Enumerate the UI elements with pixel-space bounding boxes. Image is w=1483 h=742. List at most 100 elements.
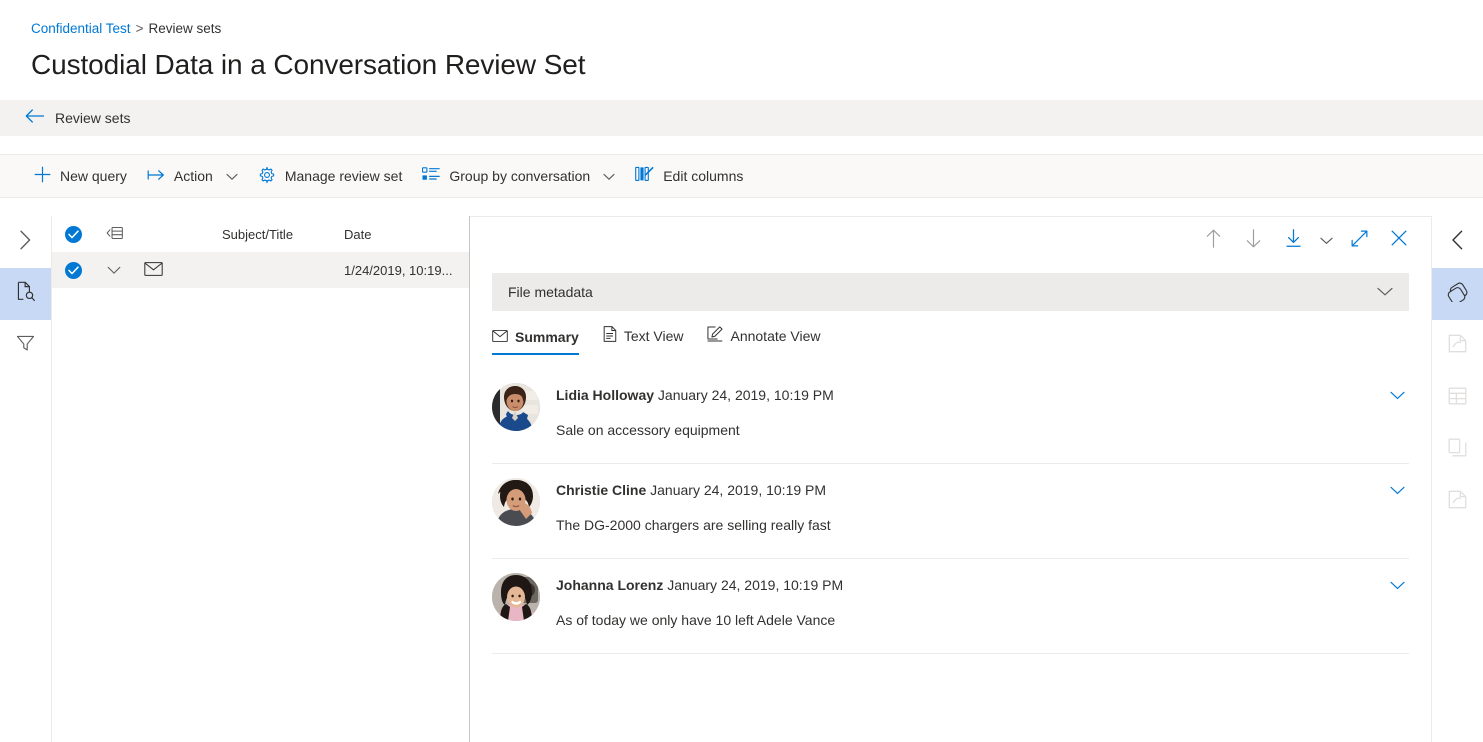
chevron-down-icon	[1389, 387, 1405, 405]
action-label: Action	[173, 168, 213, 184]
edit-columns-icon	[635, 166, 654, 186]
message-timestamp: January 24, 2019, 10:19 PM	[654, 387, 834, 403]
group-by-conversation-label: Group by conversation	[449, 168, 591, 184]
chevron-right-icon	[19, 230, 32, 255]
download-icon	[1285, 228, 1301, 253]
message-sender: Christie Cline	[556, 482, 647, 498]
manage-review-set-label: Manage review set	[284, 168, 403, 184]
file-metadata-label: File metadata	[508, 284, 593, 300]
chevron-down-icon	[1389, 577, 1405, 595]
download-options-button[interactable]	[1313, 221, 1339, 261]
breadcrumb-current: Review sets	[148, 21, 222, 36]
command-bar: New query Action Manage review set Group…	[0, 154, 1483, 198]
chevron-down-icon	[1319, 232, 1333, 250]
action-menu-button[interactable]: Action	[137, 154, 248, 198]
left-rail-expand-panel[interactable]	[0, 216, 51, 268]
annotate-pen-icon	[707, 326, 724, 345]
right-rail-duplicates[interactable]	[1432, 424, 1483, 476]
left-rail-filters[interactable]	[0, 320, 51, 372]
group-by-conversation-button[interactable]: Group by conversation	[412, 154, 625, 198]
breadcrumb-root-link[interactable]: Confidential Test	[31, 21, 131, 36]
row-date: 1/24/2019, 10:19...	[344, 262, 453, 278]
back-bar-label: Review sets	[55, 110, 131, 126]
breadcrumb-separator: >	[135, 21, 144, 36]
mail-icon	[492, 329, 508, 345]
right-rail-themes[interactable]	[1432, 476, 1483, 528]
list-item[interactable]: Johanna Lorenz January 24, 2019, 10:19 P…	[492, 559, 1409, 654]
detail-pane: File metadata Summary Text View Annotate…	[470, 216, 1431, 742]
group-list-icon	[422, 166, 441, 186]
close-panel-button[interactable]	[1379, 221, 1419, 261]
back-to-review-sets-button[interactable]: Review sets	[0, 100, 1483, 136]
message-expand-button[interactable]	[1385, 573, 1409, 595]
arrow-down-icon	[1246, 228, 1261, 253]
text-document-icon	[603, 326, 617, 345]
header-date[interactable]: Date	[344, 227, 480, 242]
chevron-down-icon	[1389, 482, 1405, 500]
left-rail-search-documents[interactable]	[0, 268, 51, 320]
chevron-down-icon	[603, 168, 615, 184]
action-arrow-icon	[147, 168, 165, 185]
page-header: Confidential Test > Review sets Custodial …	[0, 0, 1483, 100]
right-rail-collapse-panel[interactable]	[1432, 216, 1483, 268]
next-item-button[interactable]	[1233, 221, 1273, 261]
collapse-all-groups-button[interactable]	[94, 226, 134, 243]
download-button[interactable]	[1273, 221, 1313, 261]
checkmark-circle-filled-icon	[64, 225, 82, 243]
avatar	[492, 573, 540, 621]
row-select-checkbox[interactable]	[52, 261, 94, 279]
right-rail-tags[interactable]	[1432, 268, 1483, 320]
message-expand-button[interactable]	[1385, 383, 1409, 405]
message-header: Johanna Lorenz January 24, 2019, 10:19 P…	[556, 576, 1369, 594]
conversation-message-list: Lidia Holloway January 24, 2019, 10:19 P…	[470, 355, 1431, 742]
arrow-up-icon	[1206, 229, 1221, 253]
tab-summary[interactable]: Summary	[492, 329, 579, 355]
gear-icon	[258, 166, 276, 187]
row-expand-button[interactable]	[94, 263, 134, 278]
message-body: Christie Cline January 24, 2019, 10:19 P…	[556, 478, 1369, 534]
document-fold-icon	[1448, 334, 1467, 358]
checkmark-circle-filled-icon	[64, 261, 82, 279]
page-title: Custodial Data in a Conversation Review …	[31, 49, 586, 80]
file-metadata-bar[interactable]: File metadata	[492, 273, 1409, 311]
right-rail-near-duplicates[interactable]	[1432, 320, 1483, 372]
list-header-row: Subject/Title Date Sender	[52, 216, 522, 252]
items-list-pane: Subject/Title Date Sender	[52, 216, 524, 742]
expand-full-screen-button[interactable]	[1339, 221, 1379, 261]
new-query-label: New query	[60, 168, 127, 184]
document-search-icon	[15, 281, 36, 307]
tab-text-view[interactable]: Text View	[603, 326, 683, 355]
message-preview: Sale on accessory equipment	[556, 422, 740, 438]
select-all-checkbox[interactable]	[52, 225, 94, 243]
message-preview: The DG-2000 chargers are selling really …	[556, 517, 831, 533]
previous-item-button[interactable]	[1193, 221, 1233, 261]
filter-funnel-icon	[16, 334, 35, 358]
copy-stack-icon	[1448, 438, 1467, 462]
avatar	[492, 478, 540, 526]
edit-columns-button[interactable]: Edit columns	[625, 154, 753, 198]
document-fold-icon	[1448, 490, 1467, 514]
breadcrumb: Confidential Test > Review sets	[31, 20, 1483, 38]
message-header: Lidia Holloway January 24, 2019, 10:19 P…	[556, 386, 1369, 404]
tab-summary-label: Summary	[515, 329, 579, 345]
list-item[interactable]: Christie Cline January 24, 2019, 10:19 P…	[492, 464, 1409, 559]
message-sender: Lidia Holloway	[556, 387, 655, 403]
edit-columns-label: Edit columns	[663, 168, 744, 184]
message-timestamp: January 24, 2019, 10:19 PM	[663, 577, 844, 593]
manage-review-set-button[interactable]: Manage review set	[248, 154, 413, 198]
list-item[interactable]: Lidia Holloway January 24, 2019, 10:19 P…	[492, 369, 1409, 464]
left-rail	[0, 216, 52, 742]
header-subject-title[interactable]: Subject/Title	[222, 227, 344, 242]
message-preview: As of today we only have 10 left Adele V…	[556, 612, 836, 628]
message-expand-button[interactable]	[1385, 478, 1409, 500]
right-rail	[1431, 216, 1483, 742]
right-rail-email-threads[interactable]	[1432, 372, 1483, 424]
tab-annotate-view[interactable]: Annotate View	[707, 326, 821, 355]
plus-icon	[34, 166, 51, 186]
chevron-down-icon	[226, 168, 238, 184]
chevron-down-icon	[1377, 284, 1393, 300]
chevron-down-icon	[107, 263, 121, 278]
message-body: Lidia Holloway January 24, 2019, 10:19 P…	[556, 383, 1369, 439]
new-query-button[interactable]: New query	[24, 154, 137, 198]
table-row[interactable]: 1/24/2019, 10:19... Christie	[52, 252, 524, 288]
